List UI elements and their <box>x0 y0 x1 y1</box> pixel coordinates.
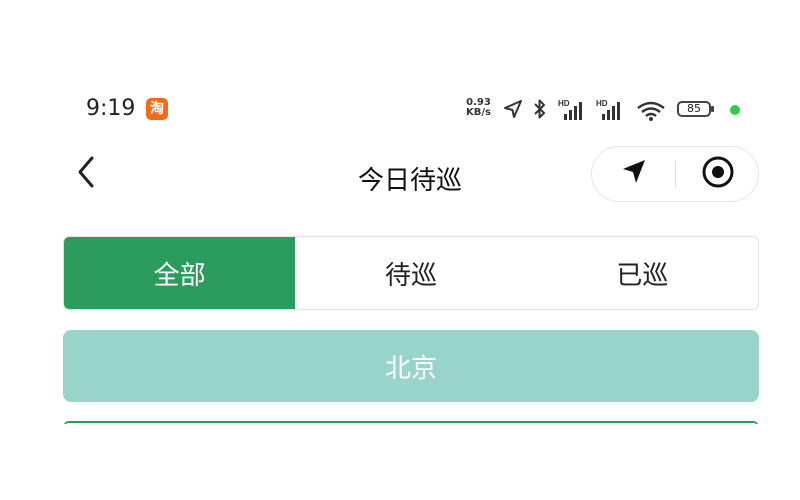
wifi-icon <box>636 100 668 126</box>
location-arrow-icon <box>503 98 523 124</box>
status-bar: 9:19 淘 0.93 KB/s HD HD 85 <box>0 92 800 128</box>
back-button[interactable] <box>68 156 104 192</box>
status-time: 9:19 <box>86 96 136 121</box>
signal-tag-1: HD <box>558 99 570 108</box>
navigate-arrow-icon <box>619 157 649 191</box>
content-mask <box>0 424 800 500</box>
navigation-bar: 今日待巡 <box>0 142 800 206</box>
region-button[interactable]: 北京 <box>63 330 759 402</box>
filter-tabs: 全部 待巡 已巡 <box>63 236 759 310</box>
tab-pending[interactable]: 待巡 <box>295 237 526 309</box>
battery-icon: 85 <box>677 101 714 117</box>
page-title: 今日待巡 <box>357 166 462 196</box>
taobao-app-icon: 淘 <box>146 98 168 120</box>
signal-icon: HD <box>596 98 630 126</box>
network-speed-unit: KB/s <box>466 107 491 118</box>
signal-icon: HD <box>558 98 592 126</box>
navigate-button[interactable] <box>592 147 676 201</box>
tab-patrolled[interactable]: 已巡 <box>527 237 758 309</box>
bluetooth-icon <box>532 98 548 124</box>
target-circle-icon <box>701 155 735 193</box>
signal-tag-2: HD <box>596 99 608 108</box>
privacy-indicator-dot <box>730 105 740 115</box>
mini-program-capsule <box>591 146 759 202</box>
network-speed: 0.93 KB/s <box>466 98 491 118</box>
tab-all[interactable]: 全部 <box>64 237 296 309</box>
chevron-left-icon <box>75 155 97 193</box>
close-mini-program-button[interactable] <box>676 147 760 201</box>
